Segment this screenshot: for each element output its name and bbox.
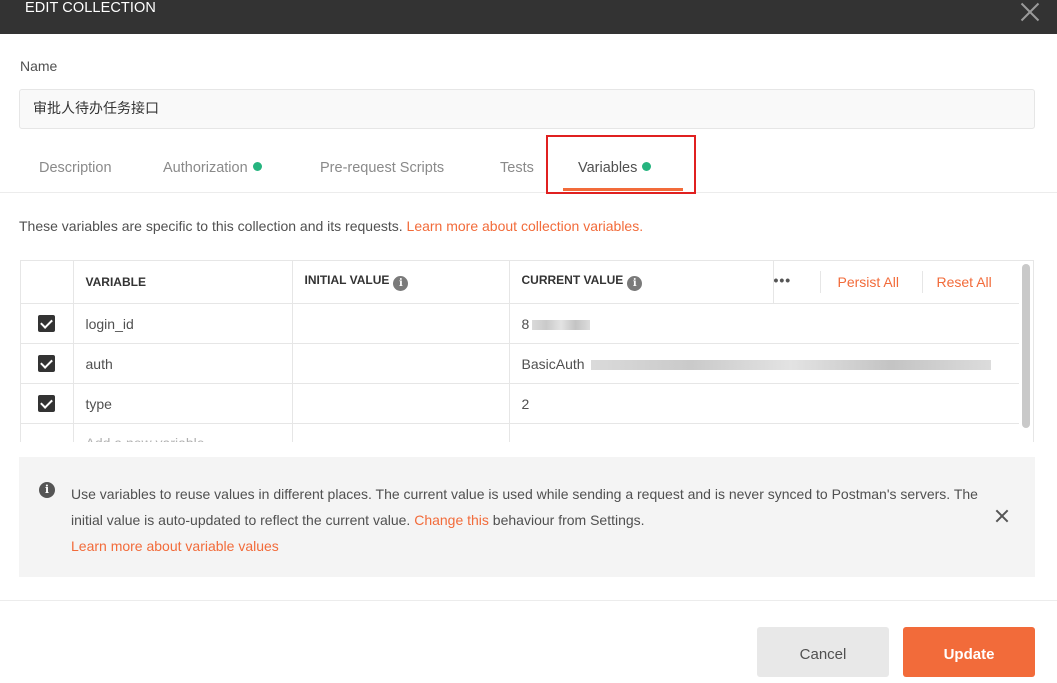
initial-value-cell[interactable] — [292, 343, 510, 384]
table-row: login_id 8 — [21, 303, 1019, 344]
table-row: auth BasicAuth — [21, 343, 1019, 384]
tab-description[interactable]: Description — [39, 160, 112, 182]
row-checkbox[interactable] — [38, 315, 56, 333]
learn-variable-values-link[interactable]: Learn more about variable values — [71, 538, 279, 554]
header-current-value: CURRENT VALUE i — [509, 261, 774, 304]
initial-value-cell[interactable] — [292, 303, 510, 344]
name-input[interactable]: 审批人待办任务接口 — [19, 89, 1035, 129]
new-variable-input[interactable]: Add a new variable — [73, 423, 293, 442]
current-value-cell[interactable]: 8 — [509, 303, 1019, 344]
change-this-link[interactable]: Change this — [414, 512, 489, 528]
footer-divider — [0, 600, 1057, 601]
redacted-value — [590, 359, 991, 370]
notice-text: Use variables to reuse values in differe… — [71, 486, 978, 554]
info-icon[interactable]: i — [393, 276, 409, 291]
divider — [819, 271, 821, 293]
current-value-cell[interactable]: BasicAuth — [509, 343, 1019, 384]
intro-text: These variables are specific to this col… — [19, 218, 644, 234]
name-label: Name — [20, 58, 58, 74]
close-icon[interactable] — [995, 509, 1009, 523]
current-value-cell[interactable] — [509, 423, 1019, 442]
cancel-button[interactable]: Cancel — [757, 627, 889, 677]
table-row-new: Add a new variable — [21, 423, 1019, 442]
header-variable: VARIABLE — [73, 261, 293, 304]
variable-cell[interactable]: type — [73, 383, 293, 424]
learn-collection-variables-link[interactable]: Learn more about collection variables. — [407, 218, 644, 234]
variables-table: VARIABLE INITIAL VALUE i CURRENT VALUE i •… — [20, 260, 1034, 442]
tab-authorization[interactable]: Authorization — [163, 160, 262, 182]
dialog-titlebar: EDIT COLLECTION — [0, 0, 1057, 34]
table-header-row: VARIABLE INITIAL VALUE i CURRENT VALUE i •… — [21, 261, 1019, 304]
row-checkbox-cell — [21, 303, 74, 344]
table-scrollbar[interactable] — [1022, 264, 1030, 428]
table-row: type 2 — [21, 383, 1019, 424]
tab-pre-request-scripts[interactable]: Pre-request Scripts — [320, 160, 444, 182]
variable-cell[interactable]: auth — [73, 343, 293, 384]
tab-tests[interactable]: Tests — [500, 160, 534, 182]
header-initial-value: INITIAL VALUE i — [292, 261, 510, 304]
current-value-cell[interactable]: 2 — [509, 383, 1019, 424]
more-options-icon[interactable]: ••• — [774, 272, 792, 288]
info-icon[interactable]: i — [627, 276, 643, 291]
persist-all-button[interactable]: Persist All — [838, 274, 899, 290]
status-dot — [252, 162, 262, 171]
close-icon[interactable] — [1019, 0, 1041, 22]
initial-value-cell[interactable] — [292, 423, 510, 442]
row-checkbox-cell — [21, 423, 74, 442]
row-checkbox-cell — [21, 343, 74, 384]
info-icon: i — [39, 482, 55, 498]
variables-info-notice: i Use variables to reuse values in diffe… — [19, 457, 1035, 577]
row-checkbox[interactable] — [38, 395, 56, 413]
header-actions: ••• Persist All Reset All — [773, 261, 1019, 304]
row-checkbox-cell — [21, 383, 74, 424]
dialog-title: EDIT COLLECTION — [25, 0, 156, 16]
update-button[interactable]: Update — [903, 627, 1035, 677]
redacted-value — [532, 319, 591, 330]
header-checkbox-cell — [21, 261, 74, 304]
row-checkbox[interactable] — [38, 355, 56, 373]
initial-value-cell[interactable] — [292, 383, 510, 424]
reset-all-button[interactable]: Reset All — [937, 274, 992, 290]
tab-bar: Description Authorization Pre-request Sc… — [0, 150, 1057, 193]
divider — [921, 271, 923, 293]
highlight-box — [546, 135, 696, 194]
variable-cell[interactable]: login_id — [73, 303, 293, 344]
